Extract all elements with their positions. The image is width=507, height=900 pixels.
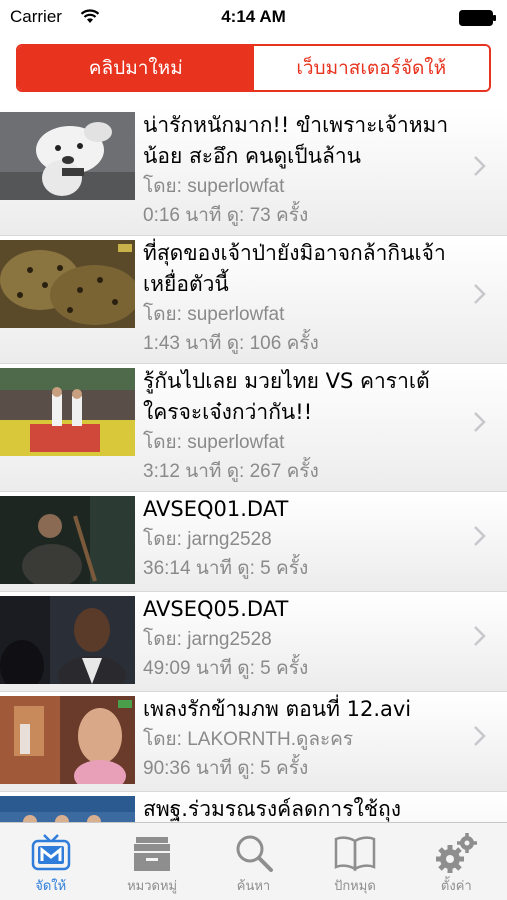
tab-featured[interactable]: จัดให้ xyxy=(0,823,101,900)
video-title: รู้กันไปเลย มวยไทย VS คาราเต้ ใครจะเจ๋งก… xyxy=(143,369,430,424)
list-item-text: AVSEQ01.DAT โดย: jarng2528 36:14 นาที ดู… xyxy=(143,494,459,583)
video-title: สพฐ.ร่วมรณรงค์ลดการใช้ถุง xyxy=(143,797,401,821)
video-title: ที่สุดของเจ้าป่ายังมิอาจกล้ากินเจ้าเหยื่… xyxy=(143,241,446,296)
video-author: โดย: jarng2528 xyxy=(143,529,272,550)
m-tv-icon xyxy=(31,834,70,871)
list-item-text: AVSEQ05.DAT โดย: jarng2528 49:09 นาที ดู… xyxy=(143,594,459,683)
status-bar: Carrier 4:14 AM xyxy=(0,0,507,36)
video-author: โดย: superlowfat xyxy=(143,432,285,453)
video-thumbnail xyxy=(0,368,135,456)
video-thumbnail xyxy=(0,596,135,684)
chevron-right-icon xyxy=(474,626,486,646)
tab-bookmarks[interactable]: ปักหมุด xyxy=(304,823,405,900)
status-time: 4:14 AM xyxy=(221,7,286,26)
tab-search[interactable]: ค้นหา xyxy=(203,823,304,900)
video-stats: 1:43 นาที ดู: 106 ครั้ง xyxy=(143,333,319,354)
list-item[interactable]: น่ารักหนักมาก!! ขำเพราะเจ้าหมาน้อย สะอึก… xyxy=(0,108,507,236)
video-thumbnail xyxy=(0,496,135,584)
chevron-right-icon xyxy=(474,284,486,304)
list-item[interactable]: เพลงรักข้ามภพ ตอนที่ 12.avi โดย: LAKORNT… xyxy=(0,692,507,792)
tab-label: ค้นหา xyxy=(236,879,271,894)
segment-new-clips[interactable]: คลิปมาใหม่ xyxy=(18,46,254,90)
tab-bar: จัดให้ หมวดหมู่ ค้นหา ปักหมุด ตั้งค่า xyxy=(0,822,507,900)
gears-icon xyxy=(436,833,478,873)
video-stats: 0:16 นาที ดู: 73 ครั้ง xyxy=(143,205,309,226)
list-item[interactable]: AVSEQ05.DAT โดย: jarng2528 49:09 นาที ดู… xyxy=(0,592,507,692)
video-author: โดย: superlowfat xyxy=(143,176,285,197)
video-author: โดย: superlowfat xyxy=(143,304,285,325)
video-title: เพลงรักข้ามภพ ตอนที่ 12.avi xyxy=(143,697,412,721)
tab-label: จัดให้ xyxy=(35,879,67,894)
tab-label: ปักหมุด xyxy=(334,879,376,894)
list-item-text: น่ารักหนักมาก!! ขำเพราะเจ้าหมาน้อย สะอึก… xyxy=(143,110,459,230)
video-list[interactable]: น่ารักหนักมาก!! ขำเพราะเจ้าหมาน้อย สะอึก… xyxy=(0,108,507,822)
battery-icon xyxy=(459,10,496,26)
video-stats: 90:36 นาที ดู: 5 ครั้ง xyxy=(143,758,309,779)
video-author: โดย: jarng2528 xyxy=(143,629,272,650)
video-thumbnail xyxy=(0,112,135,200)
list-item[interactable]: รู้กันไปเลย มวยไทย VS คาราเต้ ใครจะเจ๋งก… xyxy=(0,364,507,492)
archive-icon xyxy=(134,837,171,871)
chevron-right-icon xyxy=(474,726,486,746)
tab-settings[interactable]: ตั้งค่า xyxy=(406,823,507,900)
video-thumbnail xyxy=(0,696,135,784)
search-icon xyxy=(236,835,273,872)
video-author: โดย: LAKORNTH.ดูละคร xyxy=(143,729,354,750)
video-stats: 36:14 นาที ดู: 5 ครั้ง xyxy=(143,558,309,579)
segmented-control: คลิปมาใหม่ เว็บมาสเตอร์จัดให้ xyxy=(16,44,491,92)
tab-categories[interactable]: หมวดหมู่ xyxy=(101,823,202,900)
video-title: AVSEQ05.DAT xyxy=(143,597,289,621)
list-item-text: ที่สุดของเจ้าป่ายังมิอาจกล้ากินเจ้าเหยื่… xyxy=(143,238,459,358)
list-item-text: เพลงรักข้ามภพ ตอนที่ 12.avi โดย: LAKORNT… xyxy=(143,694,459,783)
video-thumbnail xyxy=(0,796,135,822)
segment-webmaster-picks[interactable]: เว็บมาสเตอร์จัดให้ xyxy=(253,46,489,90)
list-item[interactable]: ที่สุดของเจ้าป่ายังมิอาจกล้ากินเจ้าเหยื่… xyxy=(0,236,507,364)
list-item-text: รู้กันไปเลย มวยไทย VS คาราเต้ ใครจะเจ๋งก… xyxy=(143,366,459,486)
chevron-right-icon xyxy=(474,526,486,546)
list-item[interactable]: AVSEQ01.DAT โดย: jarng2528 36:14 นาที ดู… xyxy=(0,492,507,592)
video-stats: 3:12 นาที ดู: 267 ครั้ง xyxy=(143,461,319,482)
list-item-text: สพฐ.ร่วมรณรงค์ลดการใช้ถุง xyxy=(143,794,459,822)
tab-label: ตั้งค่า xyxy=(440,879,472,894)
chevron-right-icon xyxy=(474,156,486,176)
video-title: AVSEQ01.DAT xyxy=(143,497,289,521)
book-icon xyxy=(334,836,376,872)
list-item[interactable]: สพฐ.ร่วมรณรงค์ลดการใช้ถุง xyxy=(0,792,507,822)
chevron-right-icon xyxy=(474,412,486,432)
video-thumbnail xyxy=(0,240,135,328)
video-stats: 49:09 นาที ดู: 5 ครั้ง xyxy=(143,658,309,679)
video-title: น่ารักหนักมาก!! ขำเพราะเจ้าหมาน้อย สะอึก… xyxy=(143,113,449,168)
tab-label: หมวดหมู่ xyxy=(127,879,178,894)
